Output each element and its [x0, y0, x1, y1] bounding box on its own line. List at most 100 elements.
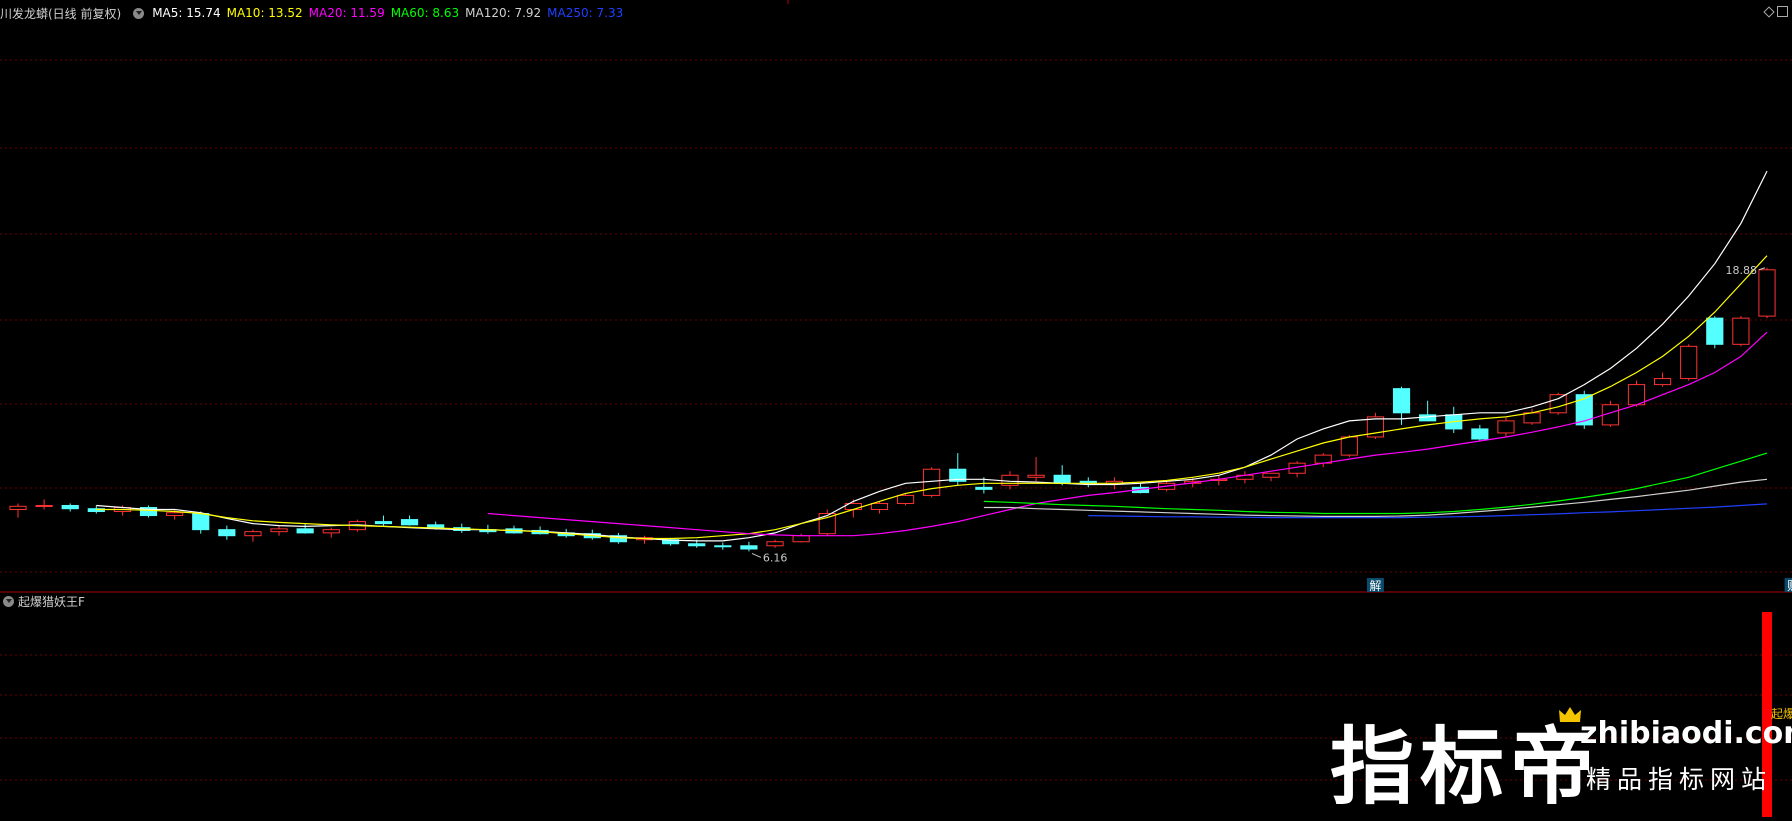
event-marker-label: 财	[1787, 579, 1792, 593]
main-legend: 川发龙蟒(日线 前复权) MA5: 15.74 MA10: 13.52 MA20…	[0, 4, 623, 22]
kline-chart[interactable]: 18.886.16解财涨停起爆点	[0, 0, 1792, 819]
candle-body	[975, 486, 993, 490]
candle	[714, 542, 732, 550]
candle-body	[374, 521, 393, 525]
window-controls	[1763, 6, 1788, 18]
candle-body	[400, 519, 419, 526]
candle	[1314, 453, 1332, 468]
candle-body	[166, 512, 184, 517]
candle-body	[1340, 436, 1358, 456]
candle-body	[1053, 474, 1071, 484]
candle-body	[244, 531, 262, 537]
candle	[9, 503, 27, 518]
ma60-label: MA60: 8.63	[390, 6, 460, 20]
candle	[1288, 461, 1306, 478]
event-markers: 解财涨停	[1366, 578, 1792, 593]
candle	[1601, 400, 1619, 427]
candle	[844, 499, 862, 518]
candle	[766, 539, 784, 548]
candle	[1471, 424, 1489, 442]
candle	[1653, 372, 1672, 387]
candle-body	[270, 528, 288, 533]
candle-body	[296, 528, 314, 534]
candle-body	[792, 535, 810, 543]
candle-body	[218, 529, 236, 537]
candle-body	[740, 545, 758, 550]
candle	[1758, 267, 1776, 319]
candle	[244, 529, 262, 542]
ma5-label: MA5: 15.74	[152, 6, 221, 20]
candle	[1497, 416, 1515, 437]
candle	[400, 515, 419, 526]
candle-body	[1627, 384, 1646, 406]
candle-body	[1262, 472, 1280, 478]
event-marker-label: 解	[1369, 579, 1381, 593]
ma-line-ma20	[487, 331, 1768, 537]
legend-toggle-icon[interactable]	[133, 7, 145, 19]
watermark-site: zhibiaodi.com	[1580, 716, 1792, 751]
candle-body	[1732, 317, 1750, 345]
candle-body	[714, 545, 732, 548]
ma20-label: MA20: 11.59	[308, 6, 385, 20]
candle-body	[1471, 428, 1489, 440]
low-price-label: 6.16	[763, 551, 788, 564]
candle-body	[1706, 317, 1724, 345]
candle-body	[870, 502, 889, 511]
sub-indicator-title: 起爆猎妖王F	[18, 595, 85, 609]
square-icon[interactable]	[1777, 6, 1788, 17]
high-price-label: 18.88	[1726, 264, 1758, 277]
low-price-pointer	[751, 552, 762, 558]
candle-body	[61, 504, 79, 510]
candle	[1445, 406, 1463, 433]
candle	[1027, 457, 1045, 482]
candle	[270, 525, 288, 536]
sub-toggle-icon[interactable]	[3, 596, 14, 607]
candle	[218, 525, 236, 540]
candle	[374, 515, 393, 526]
ma120-label: MA120: 7.92	[465, 6, 542, 20]
candle-body	[427, 524, 445, 529]
candle	[531, 526, 549, 535]
candle	[505, 525, 523, 534]
diamond-icon[interactable]	[1763, 6, 1775, 18]
candle	[1079, 477, 1097, 488]
candle	[1053, 465, 1071, 486]
candle-body	[192, 513, 210, 531]
candle	[322, 527, 340, 538]
candle-body	[766, 541, 784, 547]
candle-body	[818, 513, 836, 535]
candle-body	[1549, 394, 1567, 414]
ma250-label: MA250: 7.33	[547, 6, 624, 20]
candle	[1706, 316, 1724, 349]
stock-title: 川发龙蟒(日线 前复权)	[0, 6, 122, 21]
candle	[1732, 316, 1750, 347]
candle	[818, 509, 836, 536]
candle	[740, 541, 758, 552]
candle	[1680, 344, 1698, 381]
watermark-slogan: 精品指标网站	[1586, 765, 1773, 794]
candle	[949, 453, 967, 486]
candle	[35, 499, 53, 510]
ma10-label: MA10: 13.52	[226, 6, 303, 20]
candle-body	[9, 505, 27, 511]
candle	[1262, 472, 1280, 482]
candle-body	[35, 504, 53, 507]
candle	[1366, 412, 1385, 439]
candle	[139, 505, 158, 518]
candle-body	[1027, 474, 1045, 478]
candle-body	[1523, 412, 1541, 424]
candle	[635, 535, 654, 544]
candle-body	[322, 529, 340, 534]
sub-indicator-header: 起爆猎妖王F	[0, 593, 85, 610]
candle	[1236, 471, 1254, 484]
grid-lines	[0, 0, 1792, 781]
candle-body	[688, 543, 706, 547]
candle-body	[1497, 420, 1515, 434]
candle-body	[1653, 378, 1672, 386]
candle-body	[1758, 269, 1776, 317]
candle	[61, 503, 79, 512]
candle	[296, 523, 314, 534]
watermark-brand: 指标帝	[1330, 718, 1601, 816]
candle-body	[1392, 388, 1411, 414]
candle-body	[896, 494, 915, 504]
